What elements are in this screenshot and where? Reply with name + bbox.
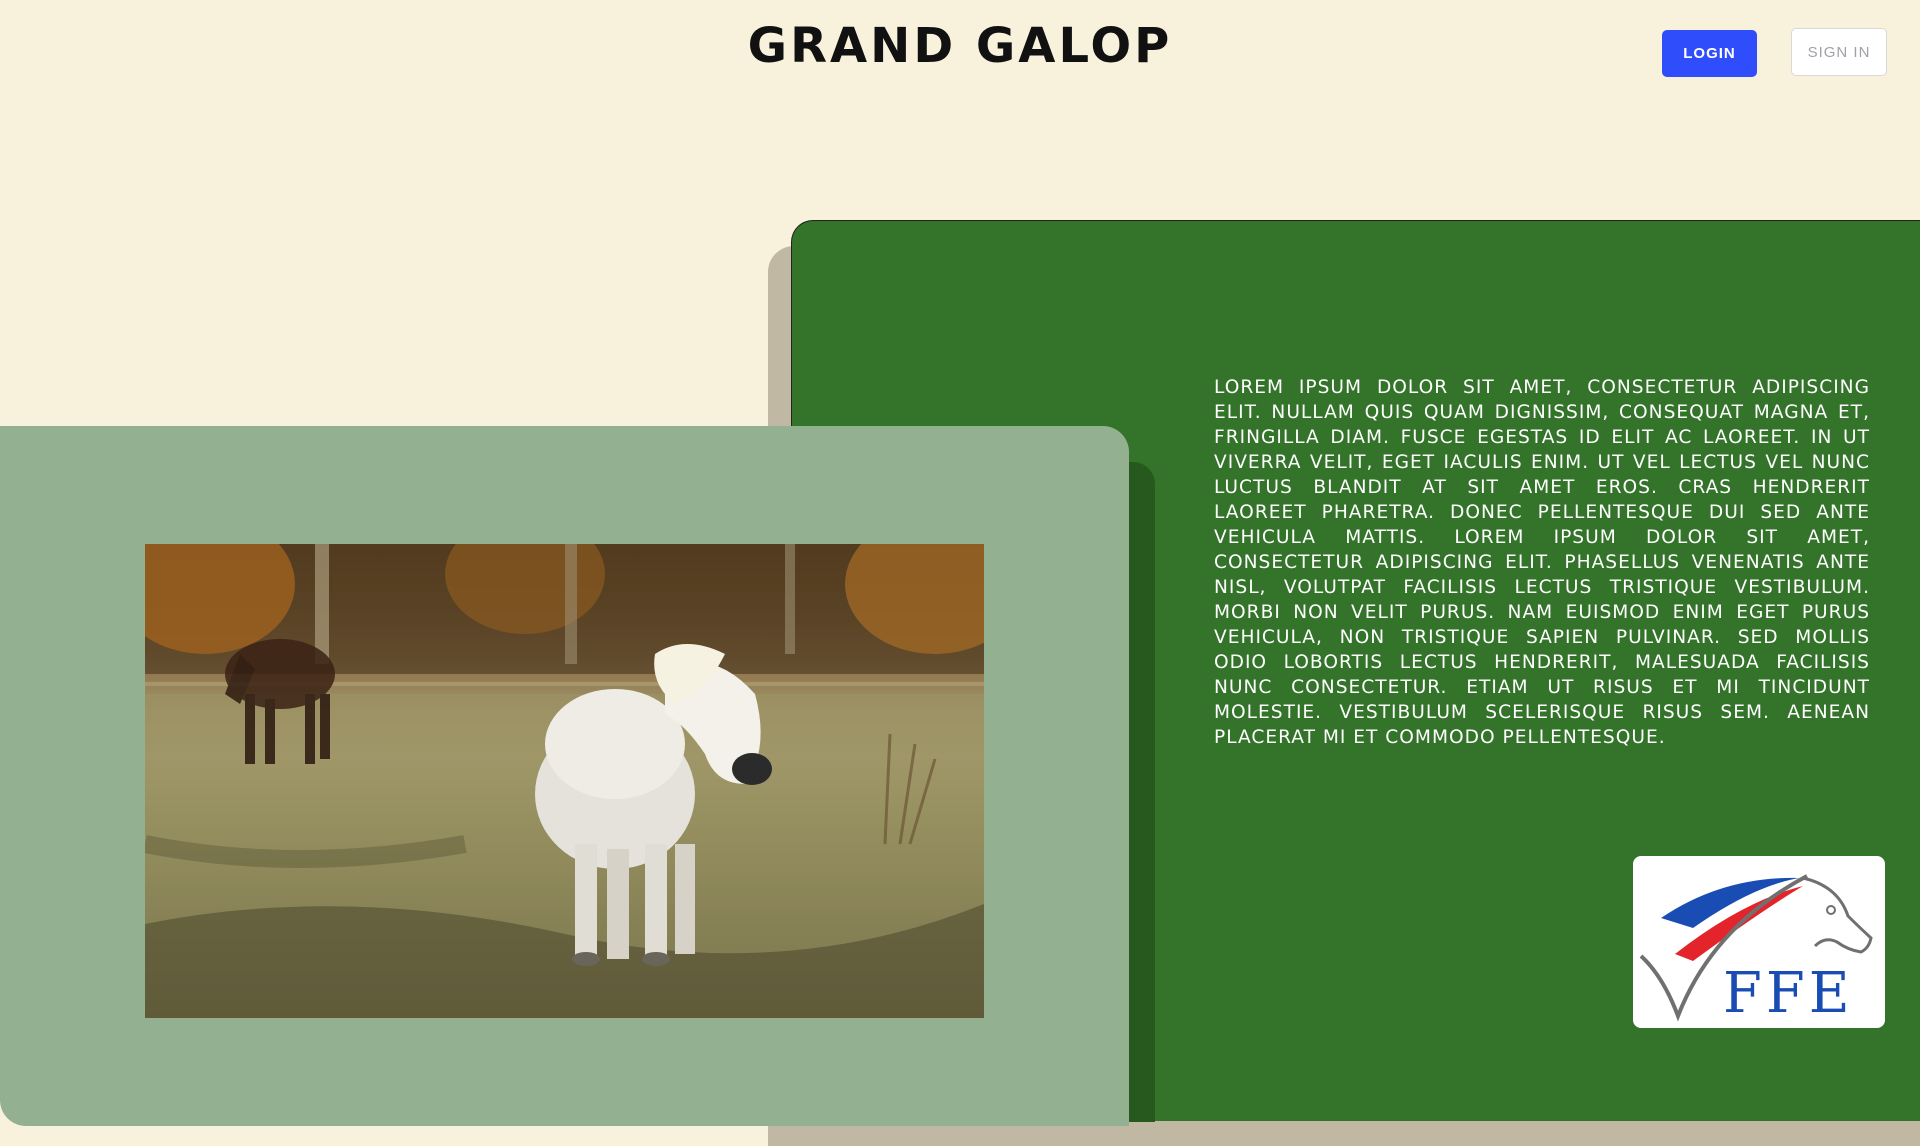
sign-in-button[interactable]: SIGN IN [1791, 28, 1887, 76]
description-text: Lorem ipsum dolor sit amet, consectetur … [1214, 376, 1870, 748]
pony-photo [145, 544, 984, 1018]
ffe-logo: FFE [1633, 856, 1885, 1028]
login-button[interactable]: LOGIN [1662, 30, 1757, 77]
pony-illustration [145, 544, 984, 1018]
site-title: GRAND GALOP [747, 18, 1173, 74]
ffe-logo-graphic: FFE [1639, 874, 1873, 1026]
ffe-logo-text: FFE [1723, 961, 1854, 1026]
